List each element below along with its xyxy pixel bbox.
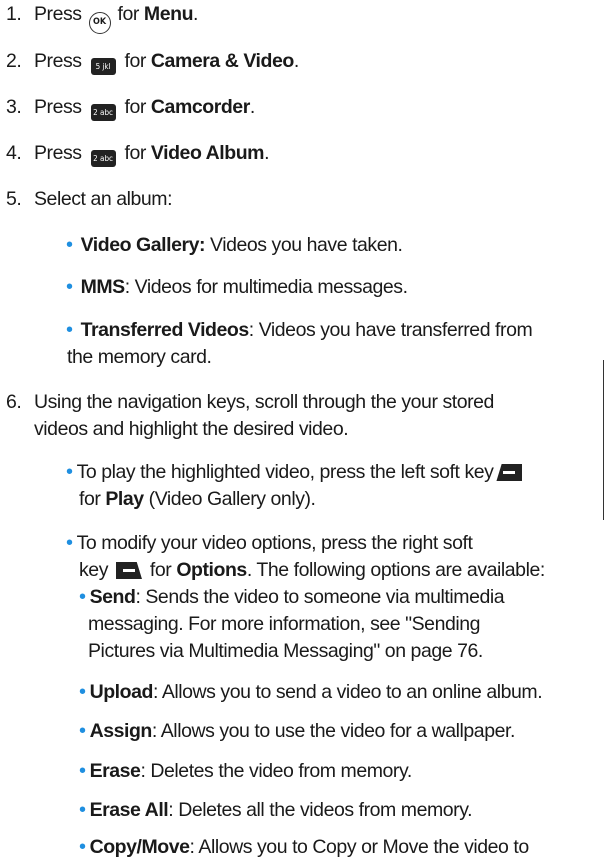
bullet-icon: • xyxy=(79,760,86,782)
left-soft-key-icon xyxy=(496,464,523,481)
album-item: • MMS: Videos for multimedia messages. xyxy=(66,276,408,298)
bullet-icon: • xyxy=(66,276,73,298)
key-2-icon: 2 abc xyxy=(90,150,116,167)
manual-page: 1. Press OK for Menu. 2. Press 5 jkl for… xyxy=(0,0,604,861)
bullet-icon: • xyxy=(66,532,73,554)
album-item: • Transferred Videos: Videos you have tra… xyxy=(66,319,533,341)
bullet-icon: • xyxy=(66,461,73,483)
play-item-continuation: for Play (Video Gallery only). xyxy=(79,488,316,510)
key-5-icon: 5 jkl xyxy=(90,58,116,75)
bullet-icon: • xyxy=(79,720,86,742)
key-2-icon: 2 abc xyxy=(90,104,116,121)
option-item-continuation: Pictures via Multimedia Messaging" on pa… xyxy=(88,640,483,662)
step-6-continuation: videos and highlight the desired video. xyxy=(34,418,349,440)
option-item: • Upload: Allows you to send a video to a… xyxy=(79,681,543,703)
option-item: • Erase All: Deletes all the videos from … xyxy=(79,799,473,821)
option-item: • Copy/Move: Allows you to Copy or Move t… xyxy=(79,836,529,858)
bullet-icon: • xyxy=(79,681,86,703)
bullet-icon: • xyxy=(79,836,86,858)
album-item-continuation: the memory card. xyxy=(67,346,212,368)
options-item-continuation: key for Options. The following options a… xyxy=(79,559,545,581)
bullet-icon: • xyxy=(79,799,86,821)
bullet-icon: • xyxy=(66,234,73,256)
bullet-icon: • xyxy=(66,319,73,341)
play-item: • To play the highlighted video, press th… xyxy=(66,460,525,484)
option-item: • Assign: Allows you to use the video for… xyxy=(79,720,515,742)
option-item-continuation: messaging. For more information, see "Se… xyxy=(88,613,481,635)
option-item: • Send: Sends the video to someone via mu… xyxy=(79,586,505,608)
bullet-icon: • xyxy=(79,586,86,608)
album-item: • Video Gallery: Videos you have taken. xyxy=(66,234,403,256)
options-item: • To modify your video options, press the… xyxy=(66,532,473,554)
option-item: • Erase: Deletes the video from memory. xyxy=(79,760,412,782)
ok-button-icon: OK xyxy=(88,12,111,34)
right-soft-key-icon xyxy=(115,562,142,579)
